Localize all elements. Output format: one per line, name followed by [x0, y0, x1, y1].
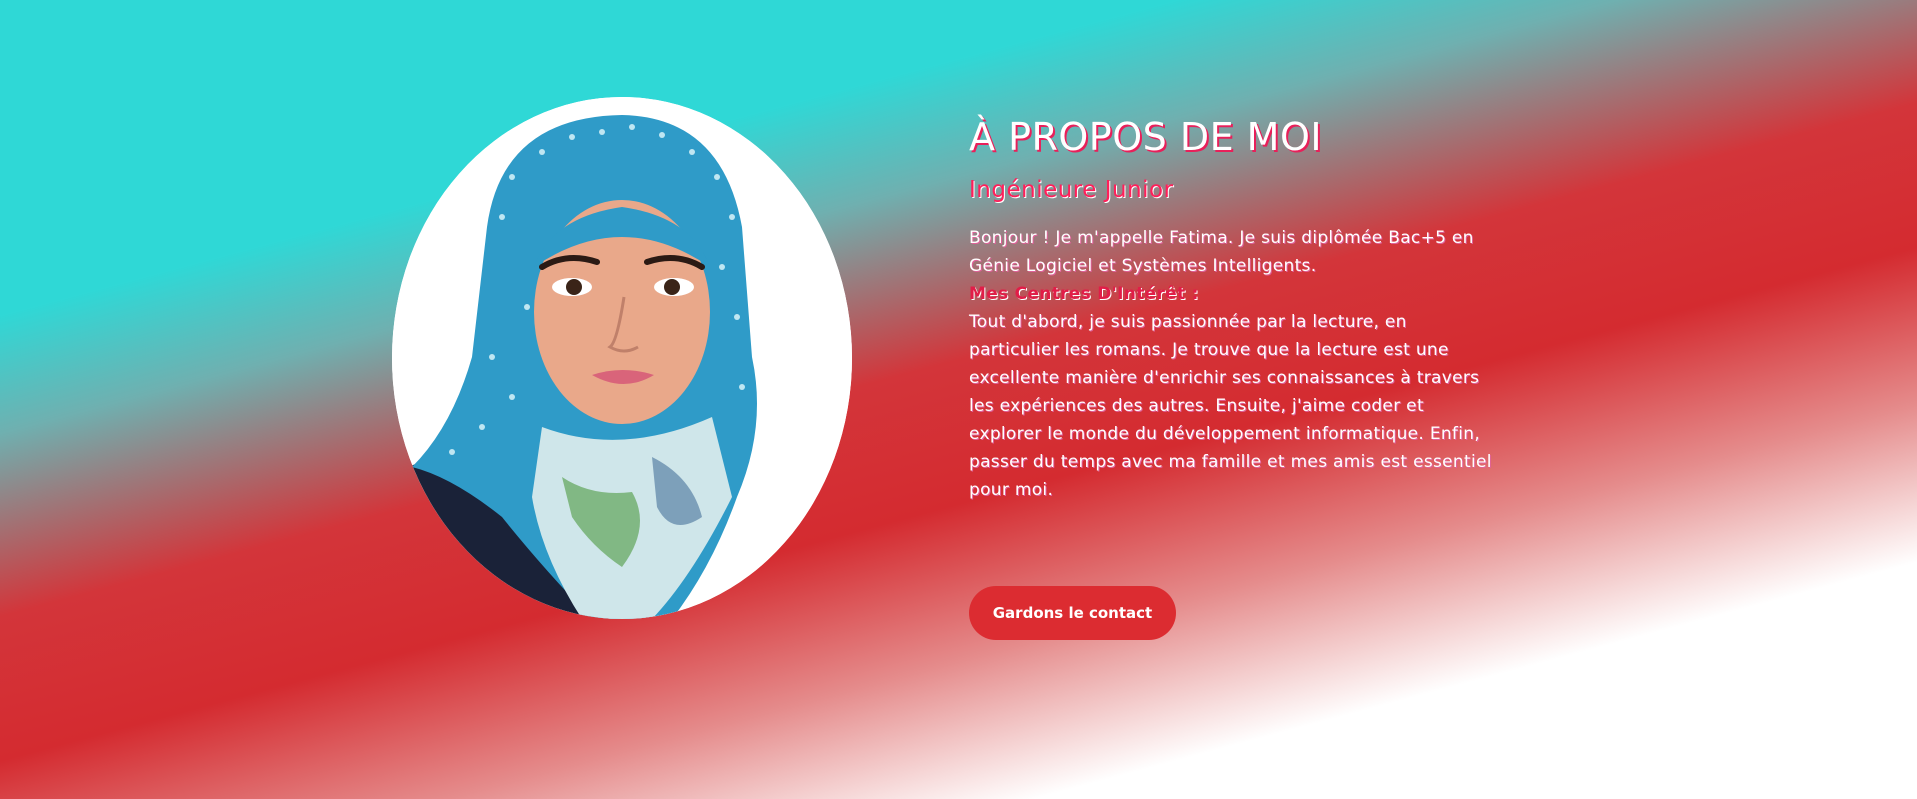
interests-heading: Mes Centres D'Intérêt : — [969, 284, 1199, 304]
about-section: À PROPOS DE MOI Ingénieure Junior Bonjou… — [969, 112, 1499, 504]
interests-paragraph: Tout d'abord, je suis passionnée par la … — [969, 312, 1492, 500]
about-text: Bonjour ! Je m'appelle Fatima. Je suis d… — [969, 224, 1499, 504]
profile-photo — [392, 97, 852, 619]
contact-button[interactable]: Gardons le contact — [969, 586, 1176, 640]
intro-paragraph: Bonjour ! Je m'appelle Fatima. Je suis d… — [969, 228, 1474, 276]
about-title: À PROPOS DE MOI — [969, 115, 1323, 159]
about-subtitle: Ingénieure Junior — [969, 177, 1174, 203]
